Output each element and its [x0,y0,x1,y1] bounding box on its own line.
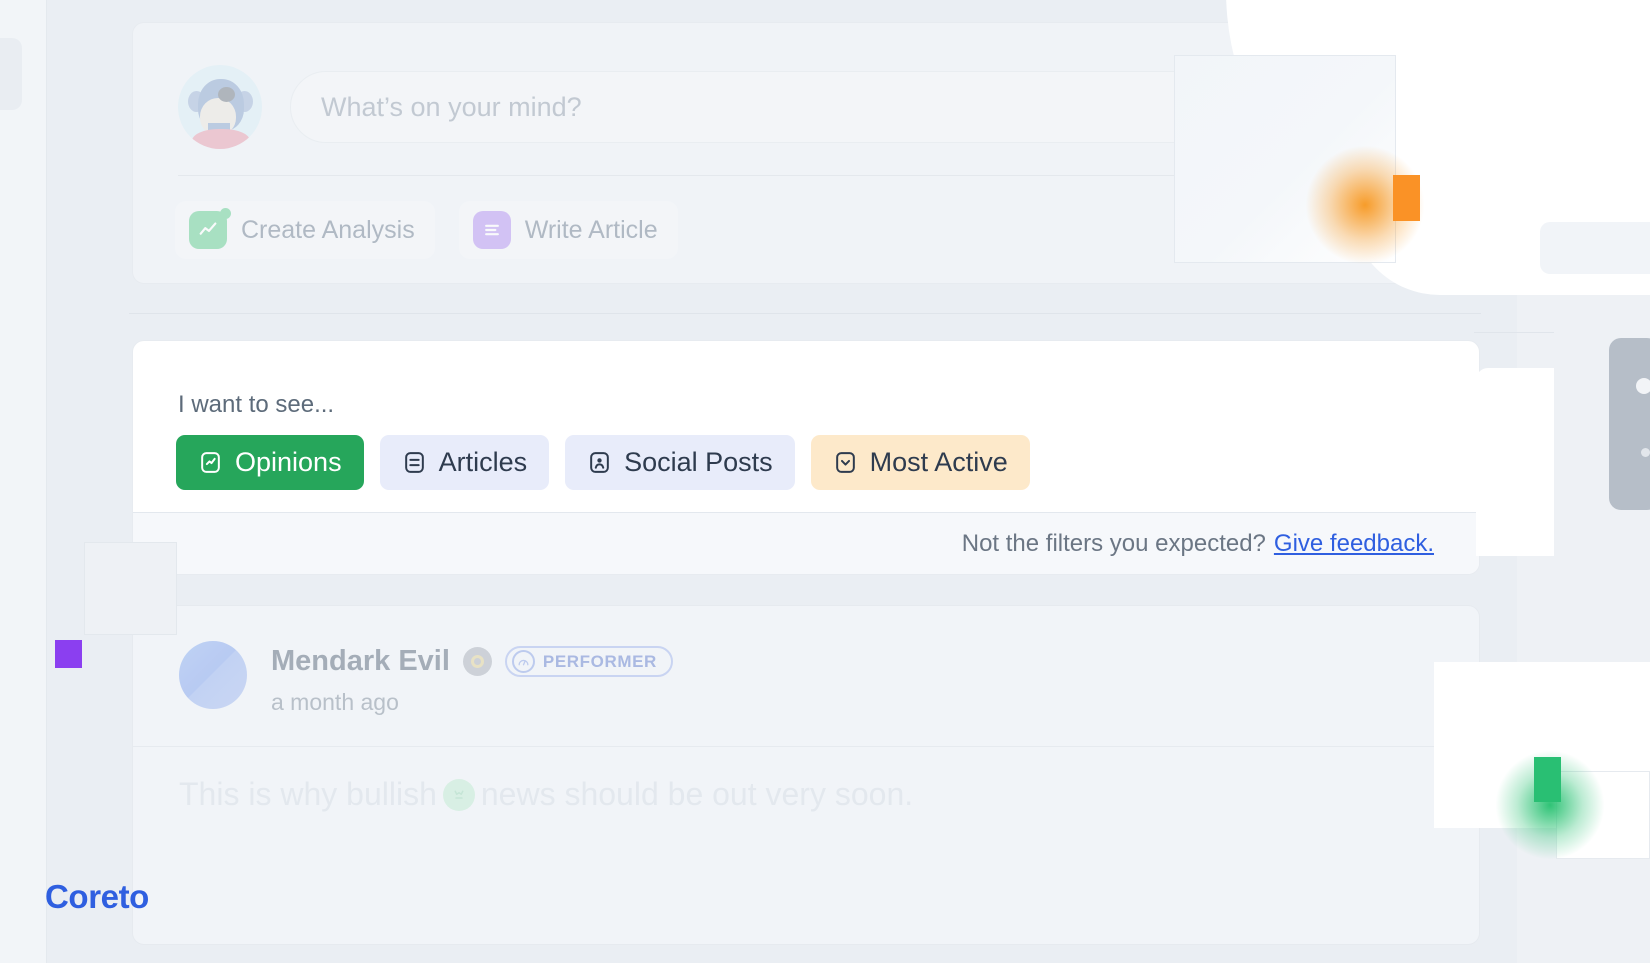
sidebar-rail [0,0,47,963]
avatar[interactable] [178,65,262,149]
filter-chip-opinions[interactable]: Opinions [176,435,364,490]
decor-white-panel-right [1476,368,1554,556]
create-analysis-label: Create Analysis [241,215,415,244]
post-divider [133,746,1479,747]
article-lines-icon [472,211,511,249]
feedback-prompt: Not the filters you expected? [961,529,1266,557]
post-author-row: Mendark Evil PERFORMER [271,645,673,678]
filter-chips-row: Opinions Articles Social Posts Most Acti… [176,435,1030,490]
filter-chip-social-posts[interactable]: Social Posts [565,435,795,490]
give-feedback-link[interactable]: Give feedback. [1274,530,1434,558]
feedback-bar: Not the filters you expected? Give feedb… [133,512,1479,574]
ape-body-shape [192,129,250,149]
filter-chip-articles[interactable]: Articles [379,435,550,490]
filters-title: I want to see... [178,391,335,418]
composer-actions: Create Analysis Write Article [175,201,678,259]
filter-chip-social-posts-label: Social Posts [624,447,773,477]
write-article-label: Write Article [524,215,658,244]
medal-icon [462,647,492,676]
chart-line-icon [189,208,231,249]
ape-eye-shape [218,87,235,102]
filter-chip-articles-label: Articles [438,447,528,477]
decor-tile-top-right [1540,222,1650,274]
most-active-icon [833,450,858,475]
article-icon [402,450,427,475]
post-body-after: news should be out very soon. [480,776,914,812]
section-divider [129,313,1481,314]
filter-chip-opinions-label: Opinions [235,447,342,477]
create-analysis-button[interactable]: Create Analysis [175,201,435,259]
coin-icon[interactable] [442,778,475,811]
decor-orange-block [1393,175,1420,221]
status-dot-icon [220,208,231,219]
decor-purple-block [55,640,82,668]
decor-gray-panel [1609,338,1650,510]
sidebar-tile[interactable] [0,38,22,110]
status-badge-label: PERFORMER [542,651,657,671]
post-body-before: This is why bullish [179,776,437,812]
post-author-name[interactable]: Mendark Evil [271,645,450,678]
performer-gauge-icon [511,650,535,673]
filter-chip-most-active-label: Most Active [869,447,1008,477]
decor-gray-dot-upper [1636,378,1650,394]
decor-divider-line [1474,332,1554,333]
decor-green-block [1534,757,1561,802]
decor-gray-dot-lower [1641,448,1650,457]
post-timestamp: a month ago [271,689,399,715]
social-person-icon [587,450,612,475]
post-body-text: This is why bullish news should be out v… [179,776,913,813]
opinion-check-icon [198,450,223,475]
decor-card-left [84,542,177,635]
post-header: Mendark Evil PERFORMER a month ago [179,641,673,716]
feed-post-card: Mendark Evil PERFORMER a month ago This … [132,605,1480,945]
post-author-avatar[interactable] [179,641,247,709]
write-article-button[interactable]: Write Article [458,201,678,259]
post-author-meta: Mendark Evil PERFORMER a month ago [271,641,673,716]
app-root: What’s on your mind? Create Analysis Wri… [0,0,1650,963]
status-badge: PERFORMER [504,646,673,677]
brand-logo[interactable]: Coreto [45,878,149,916]
filters-card: I want to see... Opinions Articles Socia… [132,340,1480,575]
filter-chip-most-active[interactable]: Most Active [810,435,1030,490]
